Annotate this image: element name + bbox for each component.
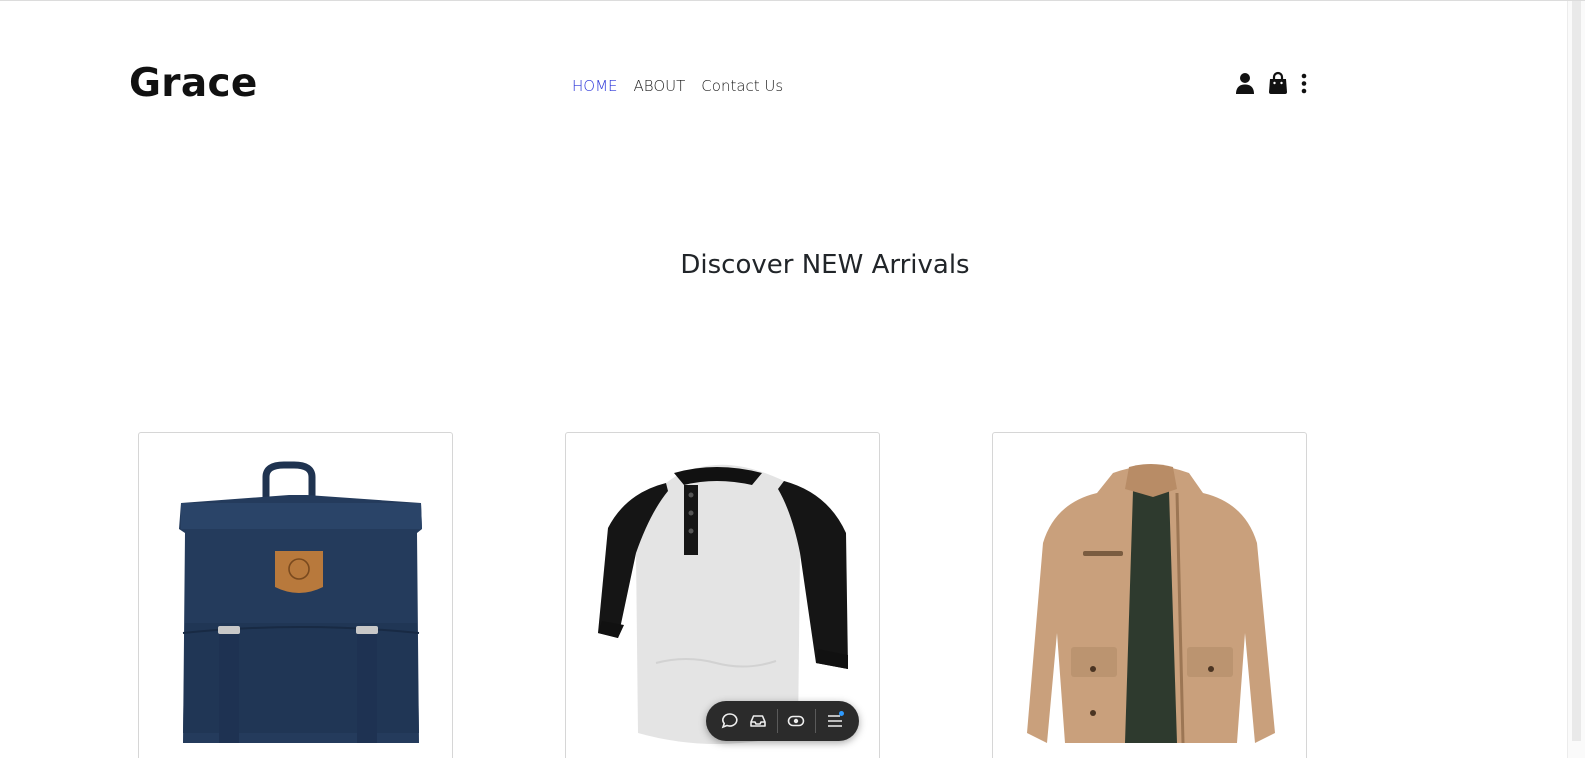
scrollbar-thumb[interactable] [1572, 1, 1581, 741]
floating-toolbar [706, 701, 859, 741]
main-nav: HOME ABOUT Contact Us [572, 76, 783, 96]
toolbar-divider [776, 709, 778, 733]
brand-logo[interactable]: Grace [129, 61, 258, 107]
nav-link-about[interactable]: ABOUT [634, 76, 686, 96]
menu-list-icon[interactable] [821, 706, 849, 736]
more-vertical-icon[interactable] [1300, 71, 1308, 99]
toolbar-divider [815, 709, 817, 733]
inbox-tray-icon[interactable] [744, 706, 772, 736]
product-card-backpack[interactable] [138, 432, 453, 758]
vertical-scrollbar[interactable] [1567, 1, 1585, 758]
header-icons [1234, 71, 1308, 99]
nav-link-contact[interactable]: Contact Us [701, 76, 783, 96]
page: Grace HOME ABOUT Contact Us Discover NEW… [0, 0, 1585, 758]
notification-dot [838, 711, 844, 716]
nav-link-home[interactable]: HOME [572, 76, 618, 96]
shopping-bag-icon[interactable] [1267, 71, 1289, 99]
eye-capsule-icon[interactable] [782, 706, 810, 736]
product-card-jacket[interactable] [992, 432, 1307, 758]
backpack-image [179, 461, 422, 743]
chat-bubble-icon[interactable] [716, 706, 744, 736]
jacket-image [1027, 464, 1275, 744]
user-icon[interactable] [1234, 71, 1256, 99]
section-headline: Discover NEW Arrivals [680, 250, 970, 280]
